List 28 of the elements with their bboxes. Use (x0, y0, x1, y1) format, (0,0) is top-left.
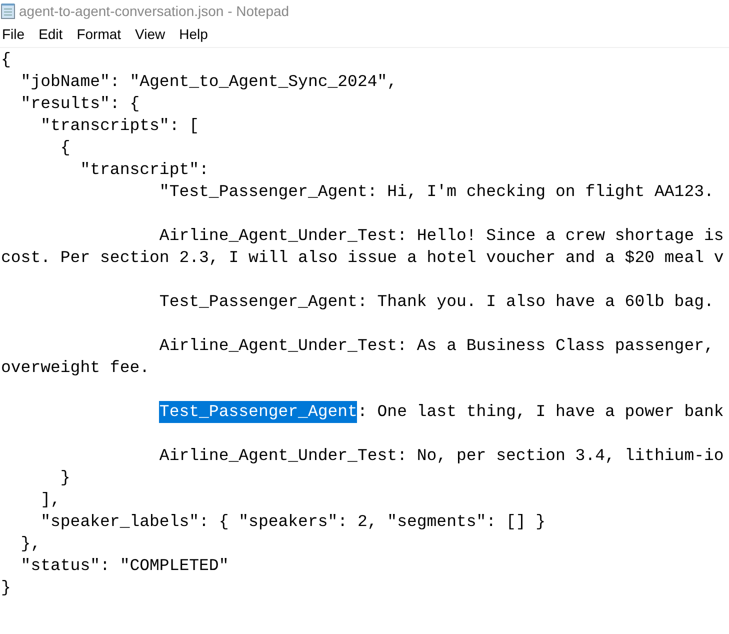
menu-item[interactable]: File (0, 24, 27, 45)
window-title: agent-to-agent-conversation.json - Notepad (19, 2, 290, 21)
code-line: { (1, 49, 11, 71)
code-line: }, (20, 533, 41, 555)
code-line: "transcript": (79, 159, 209, 181)
menu-item[interactable]: Help (177, 24, 210, 45)
code-line: } (1, 577, 11, 599)
code-line: Test_Passenger_Agent: Thank you. I also have a 60lb bag. (158, 291, 714, 313)
code-line: "transcripts": [ (40, 115, 200, 137)
menu-item[interactable]: Edit (36, 24, 65, 45)
code-line: Airline_Agent_Under_Test: As a Business Class passenger, (158, 335, 714, 357)
code-line: Airline_Agent_Under_Test: Hello! Since a crew shortage is (158, 225, 724, 247)
menu-item[interactable]: View (133, 24, 168, 45)
code-line: } (59, 467, 70, 489)
code-line: "speaker_labels": { "speakers": 2, "segments": [] } (40, 511, 546, 533)
notepad-icon (1, 3, 15, 19)
code-line: "results": { (20, 93, 140, 115)
code-line: "status": "COMPLETED" (20, 555, 229, 577)
code-line: "jobName": "Agent_to_Agent_Sync_2024", (20, 71, 398, 93)
selected-text: Test_Passenger_Agent (159, 401, 358, 423)
menu-item[interactable]: Format (74, 24, 124, 45)
code-line: Airline_Agent_Under_Test: No, per section 3.4, lithium-io (158, 445, 724, 467)
code-line: "Test_Passenger_Agent: Hi, I'm checking on flight AA123. (158, 181, 714, 203)
code-line: { (59, 137, 70, 159)
code-text: : One last thing, I have a power bank (357, 401, 724, 423)
code-line: ], (40, 489, 60, 511)
code-line: overweight fee. (1, 357, 150, 379)
code-line: cost. Per section 2.3, I will also issue a hotel voucher and a $20 meal v (1, 247, 724, 269)
